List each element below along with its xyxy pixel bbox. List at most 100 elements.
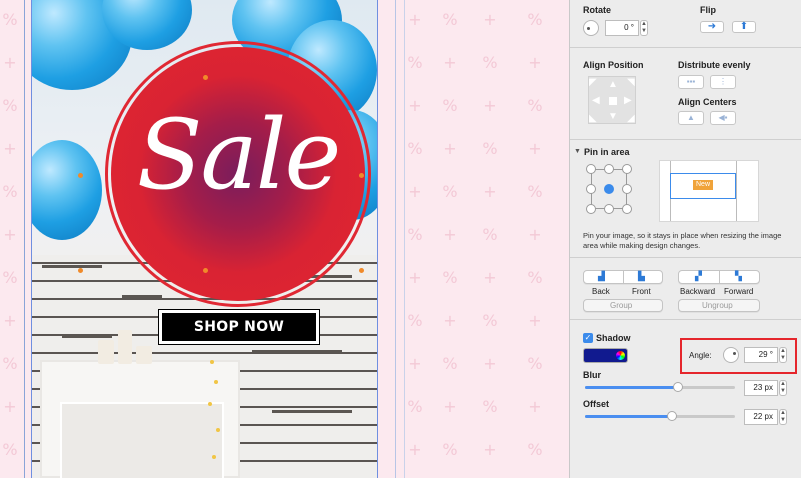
pattern-glyph: +: [443, 311, 457, 330]
corner-arrow-icon: ◤: [589, 77, 597, 88]
selection-handle[interactable]: [203, 75, 208, 80]
pin-preview: New: [659, 160, 759, 222]
pin-anchor[interactable]: [586, 184, 596, 194]
align-center-vertical-button[interactable]: ▲: [678, 111, 704, 125]
pin-anchor[interactable]: [622, 164, 632, 174]
guide-line: [24, 0, 25, 478]
blur-slider[interactable]: [585, 382, 735, 392]
pattern-glyph: %: [482, 139, 498, 158]
rotate-title: Rotate: [583, 5, 612, 15]
pin-title: Pin in area: [584, 147, 630, 157]
pin-anchor-selected[interactable]: [604, 184, 614, 194]
selection-handle[interactable]: [203, 268, 208, 273]
shadow-color-well[interactable]: [583, 348, 628, 363]
pattern-glyph: +: [408, 268, 422, 287]
shop-now-button[interactable]: SHOP NOW: [159, 310, 319, 344]
distribute-vertical-icon: ⋮: [719, 77, 727, 86]
pin-anchor[interactable]: [604, 164, 614, 174]
flip-vertical-button[interactable]: ⬆: [732, 21, 756, 33]
selection-handle[interactable]: [78, 268, 83, 273]
blur-slider-thumb[interactable]: [673, 382, 683, 392]
align-position-pad[interactable]: ▲ ▼ ◀ ▶ ◤ ◥ ◣ ◢: [588, 76, 636, 124]
forward-button-label[interactable]: Forward: [724, 287, 753, 296]
offset-slider-fill: [585, 415, 672, 418]
pattern-glyph: %: [442, 268, 458, 287]
blur-label: Blur: [583, 370, 601, 380]
group-button[interactable]: Group: [583, 299, 663, 312]
front-button-label[interactable]: Front: [632, 287, 651, 296]
distribute-evenly-title: Distribute evenly: [678, 60, 751, 70]
garland-light: [214, 380, 218, 384]
pattern-glyph: %: [527, 354, 543, 373]
offset-slider-thumb[interactable]: [667, 411, 677, 421]
arrow-right-icon: ▶: [624, 95, 632, 106]
pattern-glyph: +: [408, 10, 422, 29]
pattern-glyph: %: [482, 225, 498, 244]
pattern-glyph: +: [528, 139, 542, 158]
pattern-glyph: +: [528, 397, 542, 416]
back-button-label[interactable]: Back: [592, 287, 610, 296]
selection-handle[interactable]: [78, 173, 83, 178]
pattern-glyph: +: [483, 440, 497, 459]
pattern-glyph: %: [442, 354, 458, 373]
rotate-dial[interactable]: [583, 20, 599, 36]
pattern-glyph: +: [483, 182, 497, 201]
guide-line: [404, 0, 405, 478]
pin-anchor[interactable]: [604, 204, 614, 214]
artboard[interactable]: Sale SHOP NOW: [31, 0, 378, 478]
pattern-glyph: %: [527, 182, 543, 201]
backward-button-label[interactable]: Backward: [680, 287, 715, 296]
pin-anchor[interactable]: [622, 204, 632, 214]
align-center-horizontal-button[interactable]: ◀▪: [710, 111, 736, 125]
pin-anchor[interactable]: [586, 164, 596, 174]
candle: [98, 340, 114, 364]
pin-preview-line: [736, 161, 737, 221]
bring-forward-icon[interactable]: ▚: [735, 271, 742, 282]
offset-stepper[interactable]: ▲ ▼: [779, 409, 787, 425]
corner-arrow-icon: ◥: [627, 77, 635, 88]
flip-horizontal-button[interactable]: ➜: [700, 21, 724, 33]
sale-headline[interactable]: Sale: [111, 90, 365, 220]
blur-field[interactable]: 23 px: [744, 380, 778, 396]
pattern-glyph: +: [483, 96, 497, 115]
distribute-vertical-button[interactable]: ⋮: [710, 75, 736, 89]
center-square-icon: [609, 97, 617, 105]
offset-slider[interactable]: [585, 411, 735, 421]
candle: [118, 330, 132, 364]
pattern-glyph: %: [407, 53, 423, 72]
pattern-glyph: +: [528, 53, 542, 72]
pattern-glyph: %: [442, 440, 458, 459]
pin-anchor[interactable]: [586, 204, 596, 214]
brick-line: [62, 335, 112, 338]
shadow-checkbox[interactable]: ✓: [583, 333, 593, 343]
selection-handle[interactable]: [359, 268, 364, 273]
ungroup-button[interactable]: Ungroup: [678, 299, 760, 312]
group-button-label: Group: [610, 301, 633, 310]
selection-handle[interactable]: [359, 173, 364, 178]
arrange-section: ▟ ▙ Back Front ▞ ▚ Backward Forward Grou…: [570, 258, 801, 320]
offset-field[interactable]: 22 px: [744, 409, 778, 425]
send-backward-icon[interactable]: ▞: [695, 271, 702, 282]
pin-anchor-grid[interactable]: [586, 164, 634, 216]
disclosure-triangle-icon[interactable]: ▼: [574, 148, 581, 155]
bring-to-front-icon[interactable]: ▙: [638, 271, 645, 282]
design-canvas[interactable]: % +% +% +% +% +% +% +% +% +% +% +% +% +% +% +% +% +% +% +% +…: [0, 0, 569, 478]
blur-stepper[interactable]: ▲ ▼: [779, 380, 787, 396]
align-section: Align Position ▲ ▼ ◀ ▶ ◤ ◥ ◣ ◢ Distribut…: [570, 48, 801, 140]
rotate-stepper[interactable]: ▲ ▼: [640, 20, 648, 36]
pattern-glyph: %: [2, 182, 18, 201]
pattern-glyph: +: [3, 397, 17, 416]
distribute-horizontal-button[interactable]: ▪▪▪: [678, 75, 704, 89]
send-to-back-icon[interactable]: ▟: [598, 271, 605, 282]
inspector-panel: Rotate 0 ° ▲ ▼ Flip ➜ ⬆ Align Position ▲ …: [569, 0, 801, 478]
brick-line: [122, 295, 162, 298]
rotate-field[interactable]: 0 °: [605, 20, 639, 36]
rotate-dial-indicator: [587, 27, 590, 30]
pin-anchor[interactable]: [622, 184, 632, 194]
checkmark-icon: ✓: [584, 333, 592, 342]
pattern-glyph: %: [407, 225, 423, 244]
pattern-glyph: %: [527, 440, 543, 459]
align-position-title: Align Position: [583, 60, 644, 70]
shadow-checkbox-label[interactable]: Shadow: [596, 333, 631, 343]
pattern-glyph: +: [3, 225, 17, 244]
